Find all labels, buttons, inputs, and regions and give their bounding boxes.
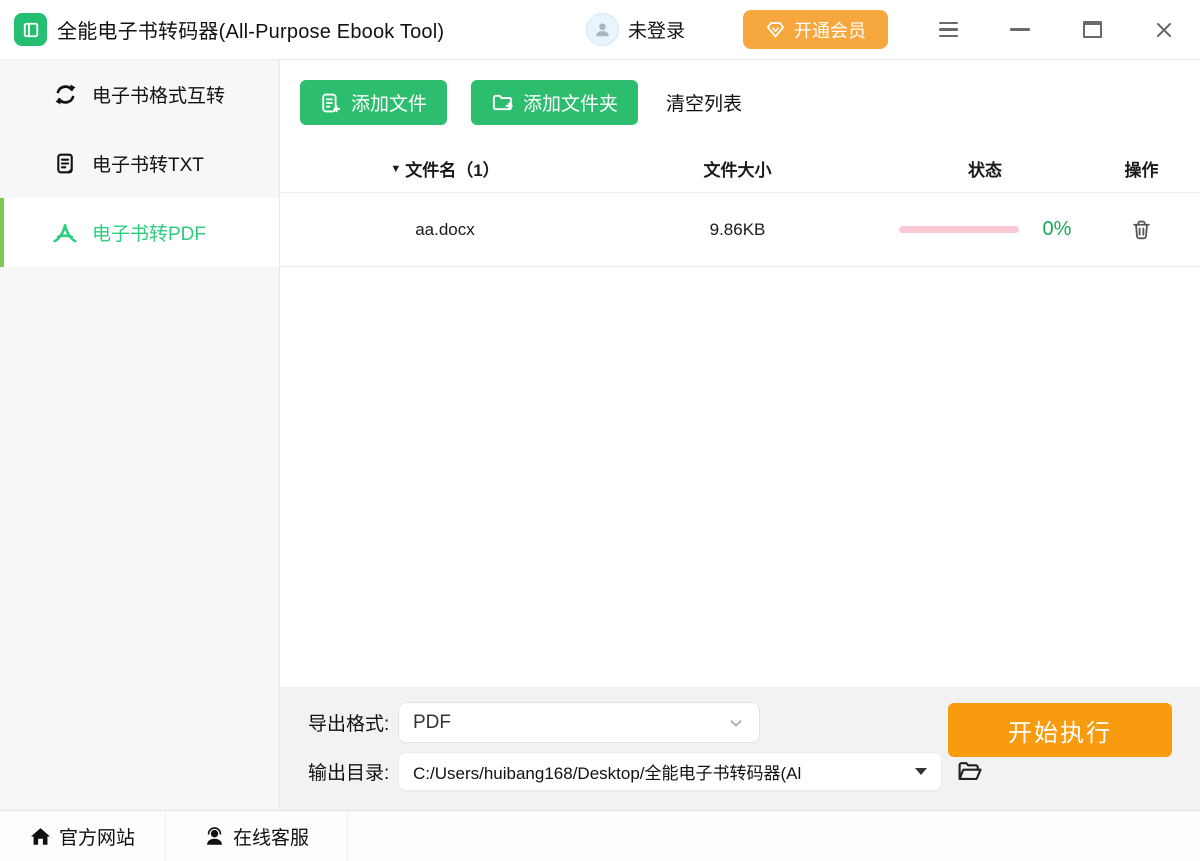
vip-button[interactable]: 开通会员 [743, 10, 888, 49]
toolbar: 添加文件 添加文件夹 清空列表 [280, 60, 1200, 145]
sidebar-item-format-convert[interactable]: 电子书格式互转 [0, 60, 279, 129]
pdf-icon [52, 220, 78, 246]
titlebar-right: 未登录 开通会员 [586, 10, 1176, 49]
vip-button-label: 开通会员 [794, 17, 866, 43]
add-folder-button[interactable]: 添加文件夹 [471, 80, 638, 125]
delete-file-button[interactable] [1131, 219, 1152, 240]
footer-support-link[interactable]: 在线客服 [166, 811, 348, 861]
folder-icon [956, 758, 983, 785]
export-format-select[interactable]: PDF [398, 702, 760, 743]
header-filename[interactable]: ▼ 文件名（1） [280, 156, 610, 181]
file-status: 0% [865, 218, 1105, 241]
maximize-icon [1083, 21, 1102, 38]
sidebar-item-to-txt[interactable]: 电子书转TXT [0, 129, 279, 198]
output-dir-select[interactable]: C:/Users/huibang168/Desktop/全能电子书转码器(Al [398, 752, 942, 791]
user-icon [593, 20, 612, 39]
avatar[interactable] [586, 13, 619, 46]
app-title: 全能电子书转码器(All-Purpose Ebook Tool) [57, 15, 444, 44]
main-panel: 添加文件 添加文件夹 清空列表 ▼ 文件名（1） 文件大小 [280, 60, 1200, 810]
trash-icon [1131, 219, 1152, 240]
file-list-empty-area [280, 267, 1200, 687]
sort-desc-icon: ▼ [390, 163, 401, 175]
add-file-label: 添加文件 [351, 89, 427, 116]
convert-arrows-icon [52, 82, 78, 107]
sidebar-item-label: 电子书格式互转 [92, 81, 225, 108]
output-dir-value: C:/Users/huibang168/Desktop/全能电子书转码器(Al [413, 759, 801, 784]
progress-percent: 0% [1043, 218, 1072, 241]
minimize-icon [1010, 28, 1030, 31]
action-panel: 导出格式: PDF 输出目录: C:/Users/huibang168/Desk… [280, 687, 1200, 810]
add-folder-icon [491, 91, 514, 114]
clear-list-button[interactable]: 清空列表 [666, 89, 742, 116]
maximize-button[interactable] [1080, 18, 1104, 42]
home-icon [30, 826, 51, 847]
table-row[interactable]: aa.docx 9.86KB 0% [280, 193, 1200, 267]
minimize-button[interactable] [1008, 18, 1032, 42]
export-format-value: PDF [413, 712, 451, 734]
titlebar: 全能电子书转码器(All-Purpose Ebook Tool) 未登录 开通会… [0, 0, 1200, 60]
footer-website-label: 官方网站 [59, 823, 135, 850]
export-format-label: 导出格式: [308, 709, 390, 736]
caret-down-icon [915, 768, 927, 775]
close-icon [1154, 20, 1174, 40]
footer: 官方网站 在线客服 [0, 810, 1200, 861]
add-file-icon [320, 92, 342, 114]
menu-button[interactable] [936, 18, 960, 42]
output-dir-label: 输出目录: [308, 758, 390, 785]
file-size: 9.86KB [610, 220, 865, 240]
output-dir-row: 输出目录: C:/Users/huibang168/Desktop/全能电子书转… [308, 752, 1172, 791]
add-file-button[interactable]: 添加文件 [300, 80, 447, 125]
sidebar-item-to-pdf[interactable]: 电子书转PDF [0, 198, 279, 267]
book-icon [21, 20, 41, 40]
footer-support-label: 在线客服 [233, 823, 309, 850]
vip-gem-icon [765, 19, 786, 40]
sidebar-item-label: 电子书转TXT [92, 150, 204, 177]
open-folder-button[interactable] [956, 758, 983, 785]
header-filesize: 文件大小 [610, 156, 865, 181]
header-status: 状态 [865, 156, 1105, 181]
header-filename-label: 文件名（1） [405, 156, 499, 181]
login-status[interactable]: 未登录 [628, 16, 685, 43]
txt-document-icon [52, 152, 78, 175]
app-window: 全能电子书转码器(All-Purpose Ebook Tool) 未登录 开通会… [0, 0, 1200, 861]
sidebar: 电子书格式互转 电子书转TXT [0, 60, 280, 810]
add-folder-label: 添加文件夹 [523, 89, 618, 116]
file-action [1105, 219, 1200, 240]
start-button[interactable]: 开始执行 [948, 703, 1172, 757]
headset-icon [204, 826, 225, 847]
close-button[interactable] [1152, 18, 1176, 42]
progress-bar [899, 226, 1019, 233]
header-action: 操作 [1105, 156, 1200, 181]
sidebar-item-label: 电子书转PDF [92, 219, 206, 246]
file-name: aa.docx [280, 220, 610, 240]
chevron-down-icon [727, 714, 745, 732]
hamburger-icon [939, 22, 958, 38]
app-logo-icon [14, 13, 47, 46]
window-body: 电子书格式互转 电子书转TXT [0, 60, 1200, 810]
footer-website-link[interactable]: 官方网站 [0, 811, 166, 861]
file-table-header: ▼ 文件名（1） 文件大小 状态 操作 [280, 145, 1200, 193]
